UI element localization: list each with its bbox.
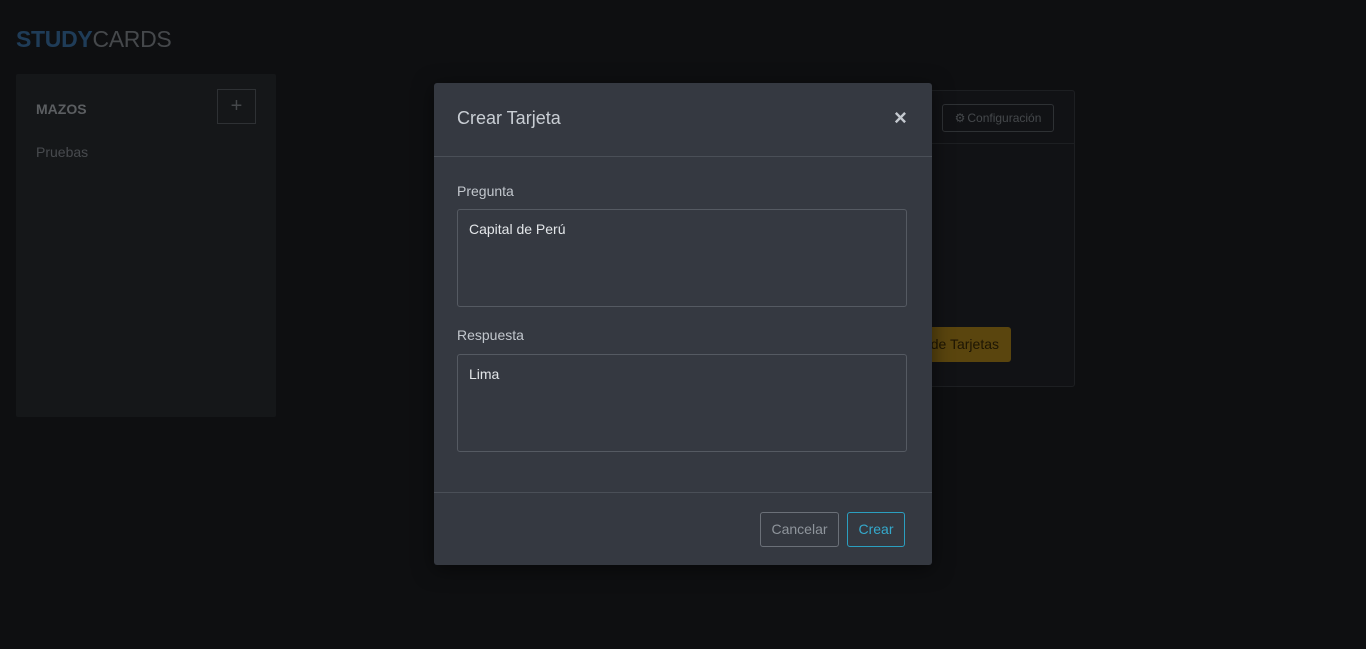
- answer-label: Respuesta: [457, 327, 524, 343]
- modal-title: Crear Tarjeta: [457, 108, 561, 128]
- close-icon[interactable]: ×: [894, 105, 907, 131]
- cancel-button[interactable]: Cancelar: [760, 512, 839, 547]
- create-button[interactable]: Crear: [847, 512, 905, 547]
- answer-field[interactable]: Lima: [457, 354, 907, 452]
- app-page: STUDYCARDS MAZOS + Pruebas ⚙Configuració…: [0, 0, 1366, 649]
- question-label: Pregunta: [457, 183, 514, 199]
- modal-header: Crear Tarjeta ×: [434, 83, 932, 157]
- create-card-modal: Crear Tarjeta × Pregunta Capital de Perú…: [434, 83, 932, 565]
- question-field[interactable]: Capital de Perú: [457, 209, 907, 307]
- modal-footer: Cancelar Crear: [434, 492, 932, 566]
